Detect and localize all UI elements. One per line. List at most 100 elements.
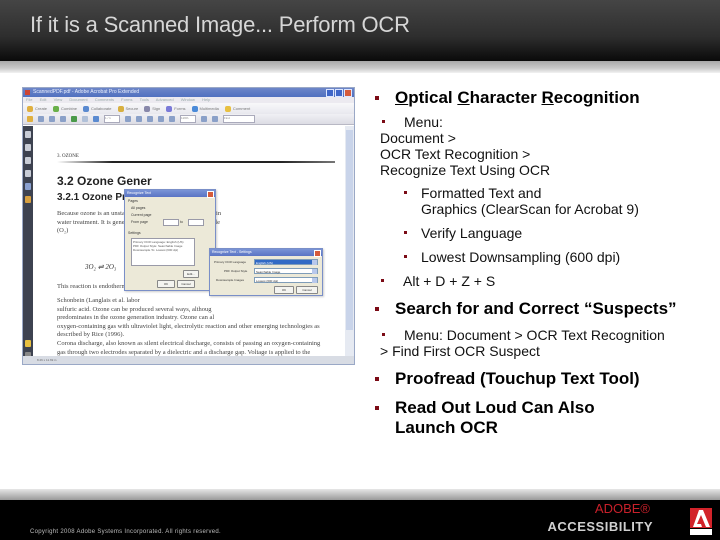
pages-icon <box>25 131 31 138</box>
doc-paragraph-3: Schonbein (Langlais et al. labor sulfuri… <box>57 297 320 338</box>
ocr-word-1: ptical <box>408 88 458 107</box>
bookmarks-icon <box>25 144 31 151</box>
zoom-tool-icon <box>147 116 153 122</box>
search-menu-line-1: Menu: Document > OCR Text Recognition <box>404 327 665 343</box>
tb-multimedia: Multimedia <box>191 105 219 112</box>
verify-language-text: Verify Language <box>421 225 523 241</box>
dialog1-radio-from: From page <box>131 220 148 224</box>
menu-file: File <box>26 97 33 102</box>
menu-document: Document <box>69 97 88 102</box>
adobe-wordmark <box>690 529 712 535</box>
prev-page-icon <box>82 116 88 122</box>
window-controls <box>326 89 352 97</box>
bullet-marker <box>375 406 379 410</box>
tb-create-label: Create <box>35 106 48 111</box>
bullet-downsampling: Lowest Downsampling (600 dpi) <box>404 249 621 265</box>
pen-icon <box>144 105 151 112</box>
dialog2-cancel-button: Cancel <box>296 286 318 294</box>
bullet-ocr: Optical Character Recognition <box>375 88 640 108</box>
lock-icon <box>117 105 124 112</box>
tb-forms: Forms <box>166 105 186 112</box>
bullet-verify-language: Verify Language <box>404 225 523 241</box>
dialog2-style-value: Searchable Image <box>256 270 281 274</box>
tb-multimedia-label: Multimedia <box>199 106 219 111</box>
dialog2-style-label: PDF Output Style <box>224 269 248 273</box>
header-divider <box>0 61 720 73</box>
screenshot-window-title: ScannedPDF.pdf - Adobe Acrobat Pro Exten… <box>33 89 140 95</box>
bullet-marker <box>375 377 379 381</box>
ocr-menu-line-1: Menu: <box>404 114 443 130</box>
globe-icon <box>71 116 77 122</box>
menu-view: View <box>53 97 63 102</box>
bullet-marker <box>404 231 407 234</box>
dialog1-title: Recognize Text <box>127 191 151 195</box>
bullet-ocr-menu: Menu: Document > OCR Text Recognition > … <box>380 114 710 178</box>
downsampling-text: Lowest Downsampling (600 dpi) <box>421 249 621 265</box>
create-icon <box>27 105 33 112</box>
ocr-word-3: ecognition <box>553 88 640 107</box>
bullet-marker <box>404 191 407 194</box>
brand-adobe: ADOBE® <box>594 501 650 516</box>
menu-advanced: Advanced <box>155 97 174 102</box>
tb-forms-label: Forms <box>174 106 186 111</box>
dialog2-downsample-value: Lowest (600 dpi) <box>256 279 279 283</box>
dialog2-language-label: Primary OCR Language <box>214 260 247 264</box>
dialog1-close-icon <box>207 191 214 198</box>
dialog2-style-select: Searchable Image <box>254 268 318 274</box>
dialog1-settings-label: Settings <box>128 231 141 235</box>
formatted-line-2: Graphics (ClearScan for Acrobat 9) <box>421 201 639 217</box>
bullet-search-suspects: Search for and Correct “Suspects” <box>375 299 677 319</box>
dialog2-ok-button: OK <box>274 286 294 294</box>
bullet-marker <box>382 333 385 336</box>
doc-heading-1: 3.2 Ozone Gener <box>57 174 152 188</box>
menu-comments: Comments <box>94 97 115 102</box>
comments-pane-icon <box>25 340 31 347</box>
chevron-down-icon <box>312 260 317 265</box>
screenshot-task-toolbar: Create Combine Collaborate Secure Sign F… <box>23 103 354 114</box>
attachments-icon <box>25 170 31 177</box>
screenshot-nav-pane <box>23 126 33 364</box>
close-icon <box>344 89 352 97</box>
screenshot-titlebar: ScannedPDF.pdf - Adobe Acrobat Pro Exten… <box>23 88 354 97</box>
dialog1-edit-button: Edit... <box>183 270 199 278</box>
next-page-icon <box>93 116 99 122</box>
dialog1-pages-label: Pages <box>128 199 138 203</box>
dialog2-close-icon <box>314 250 321 257</box>
ocr-letter-o: O <box>395 88 409 107</box>
ocr-menu-line-2: Document > <box>380 130 456 146</box>
open-icon <box>27 116 33 122</box>
dialog2-title: Recognize Text - Settings <box>212 250 252 254</box>
multimedia-icon <box>191 105 198 112</box>
dialog1-to-field <box>188 219 204 226</box>
tb-create: Create <box>27 105 48 112</box>
ocr-menu-line-4: Recognize Text Using OCR <box>380 162 551 178</box>
menu-help: Help <box>202 97 211 102</box>
bullet-marker <box>381 279 384 282</box>
screenshot-scrollbar <box>345 126 354 364</box>
acrobat-app-icon <box>25 90 30 95</box>
save-icon <box>49 116 55 122</box>
fit-width-icon <box>212 116 218 122</box>
bullet-formatted-text: Formatted Text and Graphics (ClearScan f… <box>404 185 711 217</box>
fit-page-icon <box>201 116 207 122</box>
acrobat-screenshot: ScannedPDF.pdf - Adobe Acrobat Pro Exten… <box>22 87 355 365</box>
menu-tools: Tools <box>139 97 149 102</box>
collaborate-icon <box>83 105 90 112</box>
adobe-logo-icon <box>690 508 712 536</box>
ocr-menu-line-3: OCR Text Recognition > <box>380 146 531 162</box>
bullet-marker <box>382 120 385 123</box>
tb-comment-label: Comment <box>232 106 251 111</box>
dialog2-language-value: English (US) <box>256 261 273 265</box>
layers-icon <box>25 183 31 190</box>
chevron-down-icon <box>312 269 317 274</box>
email-icon <box>60 116 66 122</box>
page-field: 1 / 1 <box>104 115 120 123</box>
tb-sign-label: Sign <box>152 106 161 111</box>
menu-edit: Edit <box>39 97 47 102</box>
tb-collaborate: Collaborate <box>83 105 112 112</box>
maximize-icon <box>335 89 343 97</box>
dialog1-radio-current: Current page <box>131 213 152 217</box>
tb-sign: Sign <box>144 105 161 112</box>
dialog1-to-label: to <box>180 220 183 224</box>
bullet-marker <box>375 96 379 100</box>
